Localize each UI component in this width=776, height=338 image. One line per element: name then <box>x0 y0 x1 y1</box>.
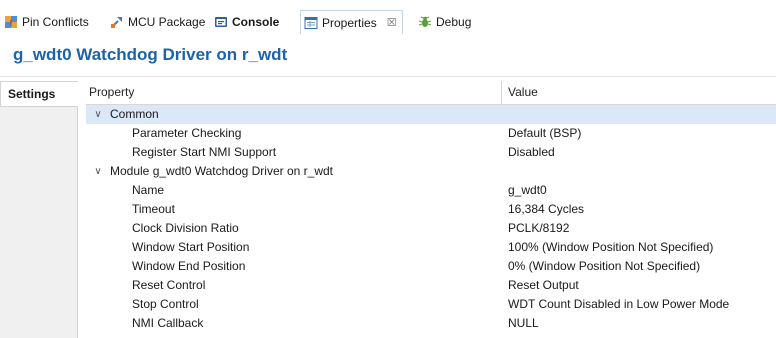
tab-settings[interactable]: Settings <box>0 81 78 107</box>
property-value[interactable]: PCLK/8192 <box>502 219 776 238</box>
property-value[interactable]: NULL <box>502 314 776 333</box>
table-row[interactable]: NMI Callback NULL <box>86 314 776 333</box>
property-name: Name <box>132 183 165 197</box>
mcu-package-icon <box>110 15 124 29</box>
properties-icon <box>304 16 318 30</box>
tab-mcu-package-label: MCU Package <box>128 15 206 29</box>
chevron-down-icon[interactable]: ∨ <box>92 105 104 124</box>
group-row-module[interactable]: ∨ Module g_wdt0 Watchdog Driver on r_wdt <box>86 162 776 181</box>
property-name: Register Start NMI Support <box>132 145 277 159</box>
title-divider <box>0 76 776 77</box>
settings-side-panel <box>0 81 78 338</box>
property-value[interactable]: WDT Count Disabled in Low Power Mode <box>502 295 776 314</box>
property-name: Window End Position <box>132 259 246 273</box>
property-name: Stop Control <box>132 297 199 311</box>
table-row[interactable]: Window Start Position 100% (Window Posit… <box>86 238 776 257</box>
table-row[interactable]: Parameter Checking Default (BSP) <box>86 124 776 143</box>
table-row[interactable]: Timeout 16,384 Cycles <box>86 200 776 219</box>
tab-pin-conflicts-label: Pin Conflicts <box>22 15 89 29</box>
svg-text:!: ! <box>9 19 13 28</box>
tab-pin-conflicts[interactable]: ! Pin Conflicts <box>4 12 89 32</box>
property-name: Clock Division Ratio <box>132 221 239 235</box>
property-value[interactable]: Disabled <box>502 143 776 162</box>
table-row[interactable]: Clock Division Ratio PCLK/8192 <box>86 219 776 238</box>
table-row[interactable]: Reset Control Reset Output <box>86 276 776 295</box>
tab-properties[interactable]: Properties ☒ <box>300 10 403 34</box>
column-header-value[interactable]: Value <box>502 81 776 105</box>
column-header-property[interactable]: Property <box>86 81 502 105</box>
group-label: Module g_wdt0 Watchdog Driver on r_wdt <box>110 164 333 178</box>
tab-mcu-package[interactable]: MCU Package <box>110 12 205 32</box>
tab-console[interactable]: Console <box>214 12 279 32</box>
property-name: Timeout <box>132 202 175 216</box>
group-label: Common <box>110 107 159 121</box>
page-title: g_wdt0 Watchdog Driver on r_wdt <box>13 45 288 64</box>
pin-conflicts-icon: ! <box>4 15 18 29</box>
tab-debug[interactable]: Debug <box>418 12 471 32</box>
property-name: Reset Control <box>132 278 206 292</box>
property-value[interactable]: 16,384 Cycles <box>502 200 776 219</box>
table-header: Property Value <box>86 81 776 105</box>
property-value[interactable]: 0% (Window Position Not Specified) <box>502 257 776 276</box>
property-value[interactable]: 100% (Window Position Not Specified) <box>502 238 776 257</box>
chevron-down-icon[interactable]: ∨ <box>92 162 104 181</box>
table-row[interactable]: Stop Control WDT Count Disabled in Low P… <box>86 295 776 314</box>
close-icon[interactable]: ☒ <box>387 16 397 29</box>
console-icon <box>214 15 228 29</box>
tab-console-label: Console <box>232 15 280 29</box>
property-name: Window Start Position <box>132 240 250 254</box>
property-name: NMI Callback <box>132 316 204 330</box>
property-value[interactable]: g_wdt0 <box>502 181 776 200</box>
tab-debug-label: Debug <box>436 15 472 29</box>
table-row[interactable]: Name g_wdt0 <box>86 181 776 200</box>
table-row[interactable]: Window End Position 0% (Window Position … <box>86 257 776 276</box>
group-row-common[interactable]: ∨ Common <box>86 105 776 124</box>
property-name: Parameter Checking <box>132 126 242 140</box>
debug-icon <box>418 15 432 29</box>
property-value[interactable]: Reset Output <box>502 276 776 295</box>
properties-table: Property Value ∨ Common Parameter Checki… <box>86 81 776 333</box>
tab-properties-label: Properties <box>322 15 377 30</box>
view-tab-bar: ! Pin Conflicts MCU Package Console Prop… <box>0 0 776 38</box>
property-value[interactable]: Default (BSP) <box>502 124 776 143</box>
table-row[interactable]: Register Start NMI Support Disabled <box>86 143 776 162</box>
